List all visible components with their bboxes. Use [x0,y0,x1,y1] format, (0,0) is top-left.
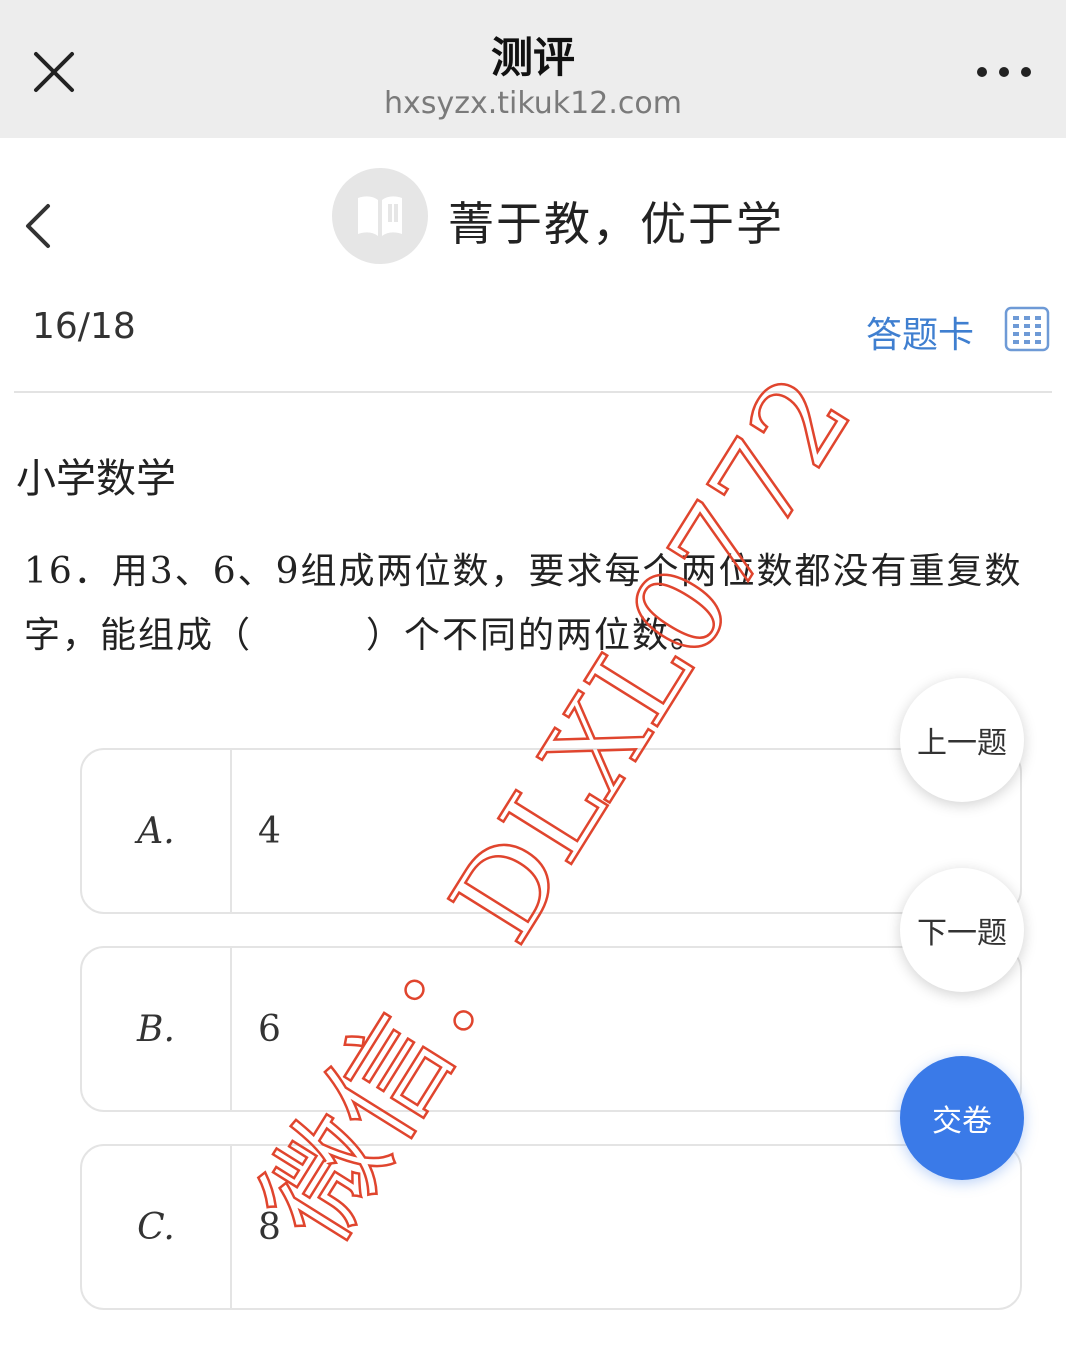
browser-title-bar: 测评 hxsyzx.tikuk12.com [0,0,1066,138]
brand-slogan: 菁于教，优于学 [448,197,784,251]
option-a[interactable]: A. 4 [80,748,1022,914]
window-title: 测评 [490,33,575,82]
prev-question-button[interactable]: 上一题 [900,678,1024,802]
book-icon [358,196,402,236]
option-c[interactable]: C. 8 [80,1144,1022,1310]
submit-button[interactable]: 交卷 [900,1056,1024,1180]
question-progress: 16/18 [32,306,136,347]
more-button[interactable] [968,52,1040,92]
grid-icon [1004,306,1050,352]
option-value: 6 [258,1008,281,1050]
next-question-button[interactable]: 下一题 [900,868,1024,992]
option-letter: B. [82,948,232,1110]
subject-title: 小学数学 [16,456,176,502]
back-icon [26,204,50,248]
more-icon [977,67,1031,77]
answer-card-button[interactable] [1004,306,1050,352]
option-value: 4 [258,810,281,852]
page-url: hxsyzx.tikuk12.com [384,86,682,121]
option-letter: C. [82,1146,232,1308]
option-b[interactable]: B. 6 [80,946,1022,1112]
page-header: 菁于教，优于学 [0,138,1066,288]
option-value: 8 [258,1206,281,1248]
option-letter: A. [82,750,232,912]
back-button[interactable] [18,196,62,256]
answer-card-link[interactable]: 答题卡 [866,306,974,358]
question-text: 16．用3、6、9组成两位数，要求每个两位数都没有重复数字，能组成（ ）个不同的… [24,551,1023,656]
divider [14,391,1052,393]
logo [332,168,428,264]
